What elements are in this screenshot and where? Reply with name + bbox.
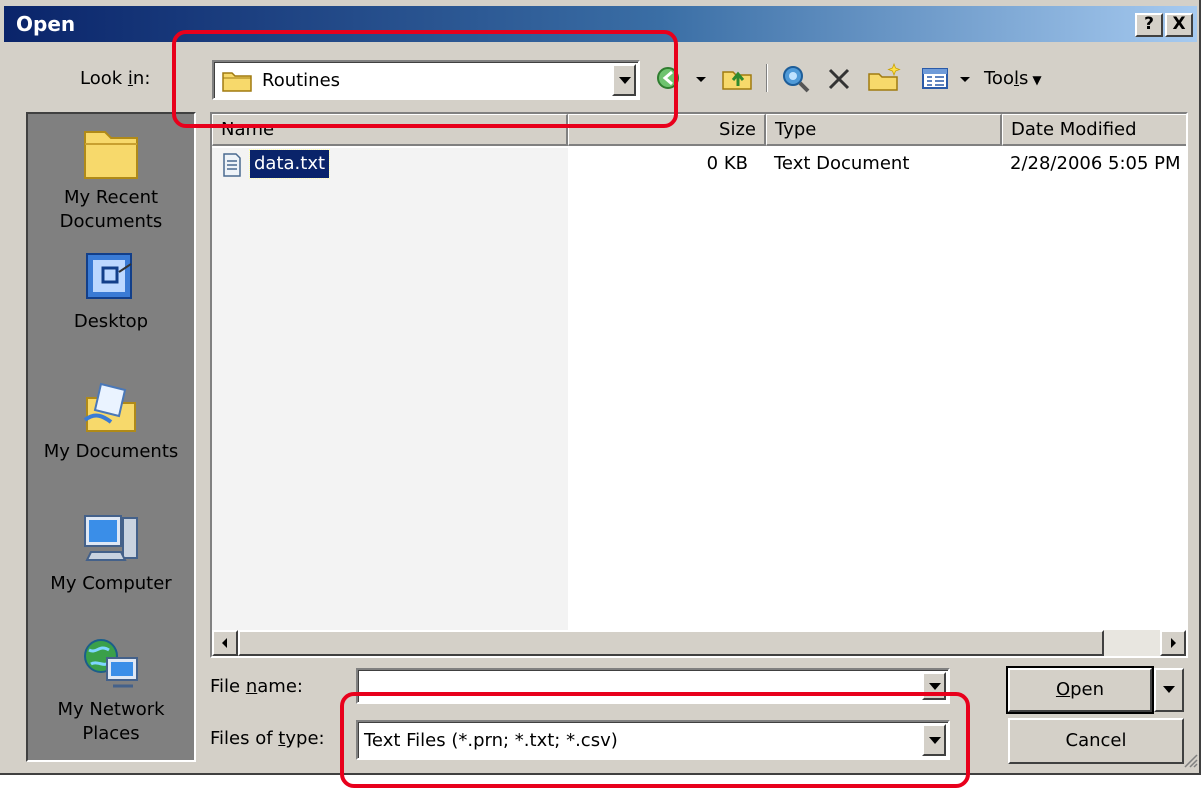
file-name-input[interactable] [356, 668, 950, 704]
views-icon[interactable] [920, 62, 950, 94]
column-header-type[interactable]: Type [766, 114, 1002, 146]
place-label: My Network Places [57, 699, 165, 744]
back-dropdown-icon[interactable] [694, 62, 708, 94]
open-dialog: Open ? X Look in: Routines Tools ▼ My Re… [0, 0, 1201, 775]
delete-icon[interactable] [824, 62, 854, 94]
back-icon[interactable] [654, 62, 684, 94]
scroll-left-button[interactable] [212, 630, 238, 656]
file-size-cell: 0 KB [706, 153, 748, 174]
tools-menu[interactable]: Tools ▼ [984, 68, 1042, 89]
open-dropdown-button[interactable] [1154, 668, 1184, 712]
help-button[interactable]: ? [1135, 13, 1163, 37]
close-button[interactable]: X [1165, 13, 1193, 37]
file-list[interactable]: Name Size Type Date Modified data.txt 0 … [210, 112, 1188, 658]
horizontal-scrollbar[interactable] [212, 630, 1186, 656]
place-my-computer[interactable]: My Computer [28, 510, 194, 596]
file-type-cell: Text Document [774, 153, 910, 174]
files-of-type-label: Files of type: [210, 728, 325, 749]
look-in-combo[interactable]: Routines [212, 60, 640, 100]
files-of-type-value: Text Files (*.prn; *.txt; *.csv) [364, 730, 618, 751]
file-name-label: File name: [210, 676, 303, 697]
files-of-type-dropdown-button[interactable] [922, 724, 946, 756]
network-icon [84, 639, 138, 688]
up-folder-icon[interactable] [720, 62, 754, 94]
chevron-left-icon [222, 638, 227, 648]
toolbar-separator [766, 64, 768, 92]
file-name-dropdown-button[interactable] [922, 672, 946, 700]
table-row[interactable]: data.txt [222, 149, 352, 180]
files-of-type-combo[interactable]: Text Files (*.prn; *.txt; *.csv) [356, 720, 950, 760]
sorted-column-background [212, 148, 568, 634]
look-in-dropdown-button[interactable] [612, 64, 636, 96]
file-date-cell: 2/28/2006 5:05 PM [1010, 153, 1181, 174]
scroll-thumb[interactable] [238, 630, 1104, 656]
my-documents-icon [83, 382, 136, 432]
place-label: My Documents [43, 441, 179, 462]
chevron-down-icon [1163, 686, 1175, 693]
place-label: Desktop [73, 311, 149, 332]
resize-grip-icon[interactable] [1182, 752, 1198, 768]
look-in-label: Look in: [80, 68, 151, 89]
chevron-right-icon [1171, 638, 1176, 648]
place-my-documents[interactable]: My Documents [28, 378, 194, 464]
column-header-date-modified[interactable]: Date Modified [1002, 114, 1186, 146]
views-dropdown-icon[interactable] [958, 62, 972, 94]
cancel-button[interactable]: Cancel [1008, 718, 1184, 764]
places-bar: My Recent Documents Desktop My Documents [26, 112, 196, 762]
column-header-size[interactable]: Size [568, 114, 766, 146]
place-label: My Recent Documents [59, 187, 163, 232]
text-file-icon [223, 153, 241, 177]
place-label: My Computer [50, 573, 172, 594]
file-name-cell: data.txt [248, 149, 331, 179]
place-desktop[interactable]: Desktop [28, 248, 194, 334]
place-my-network-places[interactable]: My Network Places [28, 636, 194, 746]
folder-icon [84, 131, 138, 179]
title-bar[interactable]: Open ? X [4, 6, 1197, 42]
new-folder-icon[interactable] [866, 62, 902, 94]
search-web-icon[interactable] [780, 62, 812, 94]
column-header-name[interactable]: Name [212, 114, 568, 146]
chevron-down-icon: ▼ [1032, 73, 1042, 87]
look-in-value: Routines [262, 70, 341, 91]
open-button[interactable]: Open [1006, 666, 1154, 714]
window-title: Open [16, 12, 76, 36]
computer-icon [84, 515, 138, 561]
scroll-right-button[interactable] [1160, 630, 1186, 656]
folder-icon [222, 72, 252, 92]
place-my-recent-documents[interactable]: My Recent Documents [28, 124, 194, 234]
desktop-icon [86, 253, 132, 299]
